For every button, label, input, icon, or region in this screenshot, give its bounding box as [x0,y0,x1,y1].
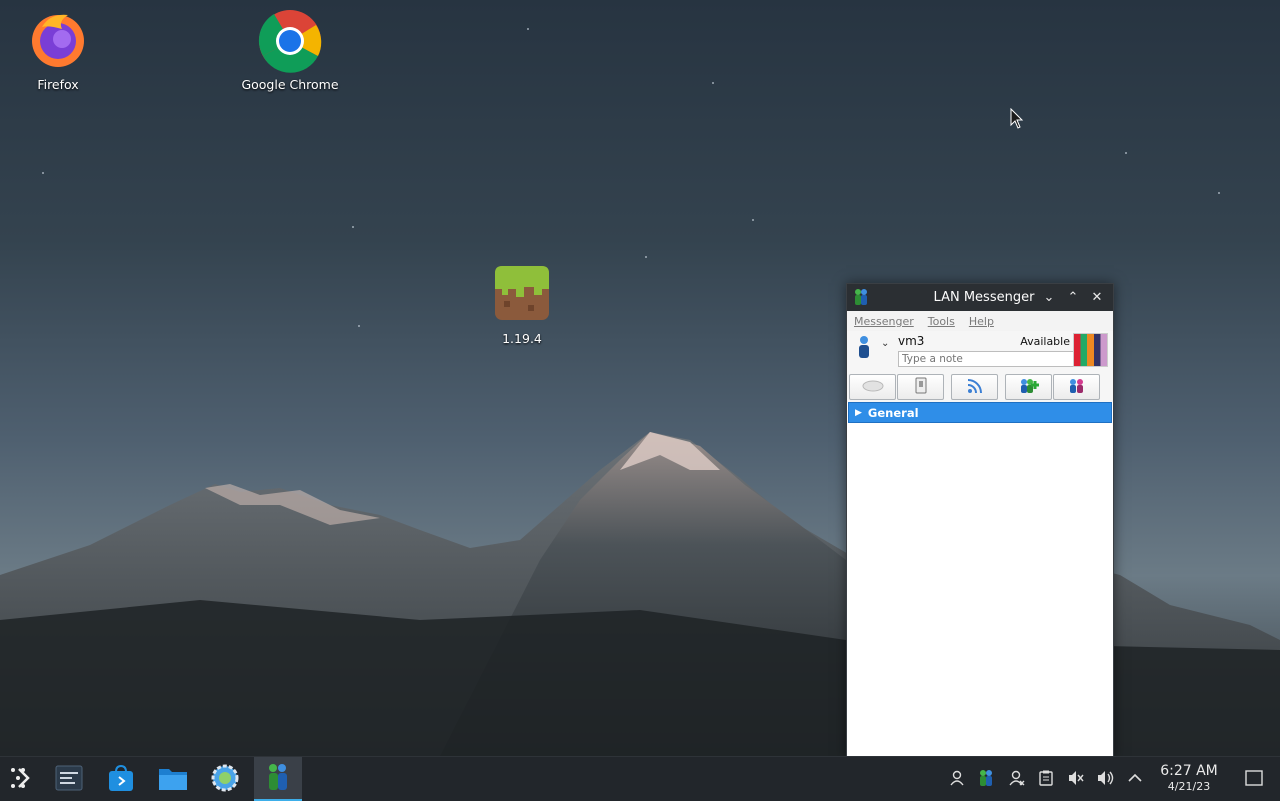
discover-store-button[interactable] [99,757,143,801]
application-launcher-icon [9,766,35,793]
expand-arrow-icon[interactable]: ▶ [855,408,862,418]
mute-tray-button[interactable] [1062,757,1090,801]
network-tray-button[interactable] [1003,757,1031,801]
broadcast-button[interactable] [951,374,998,400]
note-input[interactable] [898,351,1074,367]
user-tray-button[interactable] [943,757,971,801]
expand-tray-icon [1128,772,1142,786]
firefox-desktop-icon[interactable]: Firefox [3,9,113,92]
digital-clock[interactable]: 6:27 AM 4/21/23 [1152,763,1226,793]
mouse-cursor-icon [1010,107,1024,133]
clock-date: 4/21/23 [1167,780,1211,793]
lan-messenger-tray-icon [979,769,993,790]
broadcast-icon [967,378,983,397]
system-settings-icon [211,764,239,795]
task-overview-button[interactable] [47,757,91,801]
firefox-label: Firefox [37,77,79,92]
task-overview-icon [55,765,83,794]
file-transfer-icon [913,377,929,398]
google-chrome-desktop-icon[interactable]: Google Chrome [235,9,345,92]
volume-tray-button[interactable] [1092,757,1120,801]
system-settings-button[interactable] [203,757,247,801]
lan-messenger-taskbar-button[interactable] [254,757,302,801]
user-status-panel: ⌄ vm3 Available [847,331,1113,372]
group-icon [1068,378,1086,397]
muted-audio-icon [1068,770,1084,789]
lan-messenger-window[interactable]: LAN Messenger ⌄ ⌃ ✕ Messenger Tools Help… [846,283,1114,758]
avatar[interactable] [1073,333,1108,367]
add-contact-button[interactable] [1005,374,1052,400]
window-titlebar[interactable]: LAN Messenger ⌄ ⌃ ✕ [847,284,1113,311]
clipboard-icon [1039,770,1053,789]
show-desktop-button[interactable] [1240,757,1268,801]
minecraft-grass-block-icon [494,265,550,321]
add-contact-icon [1019,378,1039,397]
minimize-icon[interactable]: ⌄ [1037,290,1061,305]
messenger-toolbar [847,372,1113,402]
username-label: vm3 [898,334,925,348]
file-transfer-button[interactable] [897,374,944,400]
show-desktop-icon [1245,769,1263,789]
firefox-icon [28,9,88,69]
user-icon [949,770,965,789]
menu-tools[interactable]: Tools [928,315,955,328]
discover-store-icon [108,764,134,795]
group-name: General [867,405,919,420]
minecraft-label: 1.19.4 [502,331,542,346]
group-button[interactable] [1053,374,1100,400]
clock-time: 6:27 AM [1160,763,1218,779]
contact-group-general[interactable]: ▶ General [848,402,1112,423]
taskbar: 6:27 AM 4/21/23 [0,756,1280,801]
menu-bar: Messenger Tools Help [847,311,1113,331]
user-status-icon [857,335,871,362]
network-icon [1009,770,1025,789]
application-launcher-button[interactable] [0,757,44,801]
maximize-icon[interactable]: ⌃ [1061,290,1085,305]
lan-messenger-icon [265,762,291,795]
status-label[interactable]: Available [1020,335,1070,348]
menu-help[interactable]: Help [969,315,994,328]
minecraft-desktop-icon[interactable]: 1.19.4 [467,265,577,346]
status-dropdown-chevron-icon[interactable]: ⌄ [881,338,889,349]
chat-icon [862,379,884,396]
chat-button[interactable] [849,374,896,400]
menu-messenger[interactable]: Messenger [854,315,914,328]
close-icon[interactable]: ✕ [1085,290,1109,305]
chrome-icon [258,9,322,73]
volume-icon [1097,770,1115,789]
google-chrome-label: Google Chrome [241,77,339,92]
file-manager-button[interactable] [151,757,195,801]
clipboard-tray-button[interactable] [1032,757,1060,801]
file-manager-icon [158,765,188,794]
expand-tray-button[interactable] [1121,757,1149,801]
lan-messenger-tray-button[interactable] [972,757,1000,801]
